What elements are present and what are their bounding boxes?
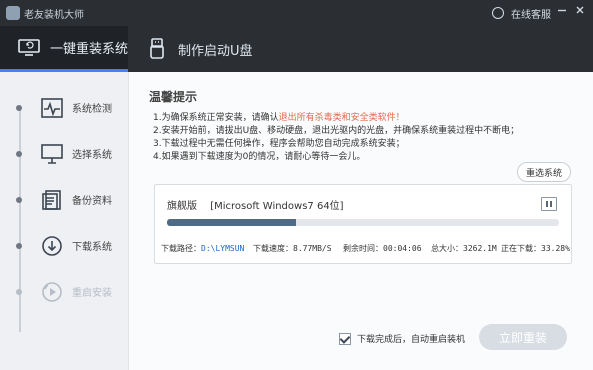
pause-button[interactable]: [541, 197, 557, 211]
step-dot: [16, 197, 22, 203]
downloading-percent-label: 正在下载：: [501, 244, 541, 253]
step-dot: [16, 243, 22, 249]
system-version: 旗舰版 [Microsoft Windows7 64位]: [167, 197, 344, 212]
auto-restart-checkbox[interactable]: [339, 332, 351, 345]
download-speed-label: 下载速度：: [253, 244, 293, 253]
auto-restart-label: 下载完成后，自动重启装机: [357, 335, 466, 345]
download-stats: 下载路径：D:\LYMSUN 下载速度：8.77MB/S 剩余时间：00:04:…: [161, 243, 571, 257]
step-restart-install: 重启安装: [10, 270, 128, 314]
steps-sidebar: 系统检测 选择系统 备份资料 下载系统 重启安装: [0, 72, 129, 370]
tip-line-4: 4.如果遇到下载速度为0的情况，请耐心等待一会儿。: [153, 152, 366, 162]
step-backup-data: 备份资料: [10, 178, 128, 222]
online-support-link[interactable]: 在线客服: [491, 6, 551, 21]
system-name: [Microsoft Windows7 64位]: [210, 201, 344, 212]
reselect-system-button[interactable]: 重选系统: [517, 162, 571, 182]
download-path: 下载路径：D:\LYMSUN: [161, 243, 244, 254]
download-panel: 旗舰版 [Microsoft Windows7 64位] 下载路径：D:\LYM…: [154, 184, 572, 264]
remaining-time: 剩余时间：00:04:06: [343, 243, 422, 254]
app-logo-icon: [6, 6, 20, 20]
download-progress-bar: [167, 219, 559, 226]
main-tabs: 一键重装系统 制作启动U盘: [0, 26, 593, 72]
download-path-label: 下载路径：: [161, 244, 201, 253]
pause-icon-left-bar: [546, 201, 548, 207]
total-size-label: 总大小：: [431, 244, 463, 253]
step-label: 备份资料: [72, 196, 112, 207]
tip-line-1-prefix: 1.为确保系统正常安装，请确认: [153, 113, 279, 123]
app-title: 老友装机大师: [24, 10, 84, 21]
tip-line-1-warning: 退出所有杀毒类和安全类软件！: [278, 113, 405, 123]
online-support-label: 在线客服: [511, 10, 551, 21]
download-progress-fill: [167, 219, 297, 226]
step-dot: [16, 151, 22, 157]
usb-icon: [146, 38, 168, 60]
step-dot: [16, 289, 22, 295]
tab-one-click-reinstall-label: 一键重装系统: [50, 42, 129, 57]
download-speed-value: 8.77MB/S: [293, 244, 332, 253]
downloading-percent: 正在下载：33.28%: [501, 243, 570, 254]
close-button[interactable]: [573, 3, 587, 17]
minimize-button[interactable]: [555, 3, 569, 17]
tip-line-2: 2.安装开始前，请拔出U盘、移动硬盘，退出光驱内的光盘，并确保系统重装过程中不断…: [153, 126, 520, 136]
step-label: 下载系统: [72, 242, 112, 253]
tab-one-click-reinstall[interactable]: 一键重装系统: [0, 26, 128, 72]
restart-icon: [40, 280, 64, 304]
step-label: 系统检测: [72, 104, 112, 115]
files-icon: [40, 188, 64, 212]
tips-notes: 1.为确保系统正常安装，请确认退出所有杀毒类和安全类软件！ 2.安装开始前，请拔…: [153, 112, 583, 164]
step-dot: [16, 105, 22, 111]
remaining-time-value: 00:04:06: [383, 244, 422, 253]
download-path-value: D:\LYMSUN: [201, 244, 245, 253]
step-select-system: 选择系统: [10, 132, 128, 176]
titlebar: 老友装机大师 在线客服: [0, 0, 593, 26]
tips-heading: 温馨提示: [149, 90, 198, 104]
pause-icon-right-bar: [550, 201, 552, 207]
tip-line-3: 3.下载过程中无需任何操作，程序会帮助您自动完成系统安装；: [153, 139, 405, 149]
monitor-icon: [40, 142, 64, 166]
edition-label: 旗舰版: [167, 201, 197, 212]
reinstall-system-icon: [18, 37, 40, 59]
pulse-icon: [40, 96, 64, 120]
minimize-icon: [558, 9, 566, 12]
steps-list: 系统检测 选择系统 备份资料 下载系统 重启安装: [0, 72, 128, 370]
close-icon: [576, 6, 584, 14]
downloading-percent-value: 33.28%: [541, 244, 570, 253]
tab-make-boot-usb[interactable]: 制作启动U盘: [140, 26, 326, 72]
total-size: 总大小：3262.1M: [431, 243, 497, 254]
step-download-system: 下载系统: [10, 224, 128, 268]
auto-restart-option[interactable]: 下载完成后，自动重启装机: [339, 332, 465, 345]
tab-make-boot-usb-label: 制作启动U盘: [178, 43, 253, 59]
step-system-check: 系统检测: [10, 86, 128, 130]
total-size-value: 3262.1M: [463, 244, 497, 253]
step-label: 选择系统: [72, 150, 112, 161]
download-speed: 下载速度：8.77MB/S: [253, 243, 332, 254]
headset-icon: [491, 7, 504, 19]
step-label: 重启安装: [72, 288, 112, 299]
main-content: 温馨提示 1.为确保系统正常安装，请确认退出所有杀毒类和安全类软件！ 2.安装开…: [129, 72, 593, 370]
download-icon: [40, 234, 64, 258]
tip-line-1: 1.为确保系统正常安装，请确认退出所有杀毒类和安全类软件！: [153, 112, 583, 125]
remaining-time-label: 剩余时间：: [343, 244, 383, 253]
reinstall-now-button[interactable]: 立即重装: [479, 324, 567, 350]
